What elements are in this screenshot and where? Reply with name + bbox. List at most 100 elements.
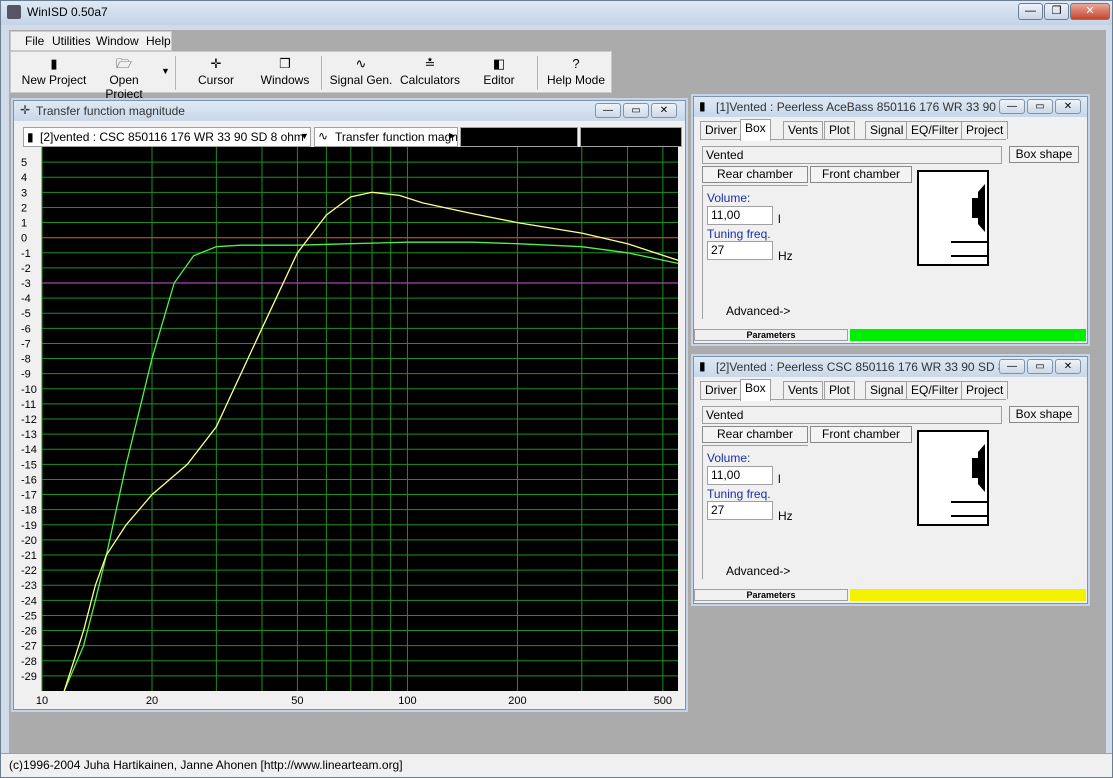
- tab-box[interactable]: Box: [740, 379, 771, 401]
- y-tick-label: -18: [21, 505, 37, 517]
- cursor-crosshair-icon: ✛: [210, 56, 222, 71]
- tab-driver[interactable]: Driver: [700, 381, 742, 399]
- panel-2-tabs: Driver Box Vents Plot Signal EQ/Filter P…: [700, 379, 1009, 401]
- toolbar: ▮ New Project 🗁 Open Project ▼ ✛ Cursor …: [10, 51, 612, 101]
- windows-button[interactable]: ❐ Windows: [257, 55, 313, 91]
- front-chamber-button[interactable]: Front chamber: [810, 426, 912, 443]
- panel-2-close-button[interactable]: ✕: [1055, 359, 1081, 374]
- rear-chamber-button[interactable]: Rear chamber: [702, 166, 808, 183]
- y-tick-label: -13: [21, 429, 37, 441]
- panel-1-minimize-button[interactable]: —: [999, 99, 1025, 114]
- graph-close-button[interactable]: ✕: [651, 103, 677, 118]
- tab-driver[interactable]: Driver: [700, 121, 742, 139]
- x-tick-label: 10: [36, 695, 48, 707]
- tab-plot[interactable]: Plot: [824, 381, 855, 399]
- panel-2-minimize-button[interactable]: —: [999, 359, 1025, 374]
- tab-signal[interactable]: Signal: [865, 121, 909, 139]
- editor-button[interactable]: ◧ Editor: [477, 55, 521, 91]
- y-tick-label: -15: [21, 459, 37, 471]
- calculators-button[interactable]: ≛ Calculators: [397, 55, 463, 91]
- menu-window[interactable]: Window: [96, 34, 139, 48]
- tab-signal[interactable]: Signal: [865, 381, 909, 399]
- y-tick-label: -12: [21, 414, 37, 426]
- front-chamber-button[interactable]: Front chamber: [810, 166, 912, 183]
- maximize-button[interactable]: ❐: [1044, 3, 1069, 20]
- cursor-button[interactable]: ✛ Cursor: [191, 55, 241, 91]
- x-tick-label: 100: [398, 695, 416, 707]
- box-shape-button[interactable]: Box shape: [1009, 406, 1079, 423]
- menu-bar: File Utilities Window Help: [10, 31, 172, 51]
- panel-1-title: [1]Vented : Peerless AceBass 850116 176 …: [716, 100, 1018, 114]
- toolbar-separator: [537, 56, 538, 90]
- help-icon: ?: [572, 56, 580, 71]
- close-button[interactable]: ✕: [1070, 3, 1110, 20]
- y-tick-label: -4: [21, 293, 31, 305]
- open-project-dropdown-icon[interactable]: ▼: [161, 66, 170, 76]
- box-shape-diagram: [917, 170, 989, 266]
- tab-project[interactable]: Project: [961, 121, 1009, 139]
- graph-minimize-button[interactable]: —: [595, 103, 621, 118]
- tab-eq-filter[interactable]: EQ/Filter: [906, 121, 964, 139]
- minimize-button[interactable]: —: [1018, 3, 1043, 20]
- y-tick-label: 4: [21, 172, 27, 184]
- speaker-icon: ▮: [699, 359, 706, 373]
- speaker-icon: ▮: [699, 99, 706, 113]
- panel-1-close-button[interactable]: ✕: [1055, 99, 1081, 114]
- advanced-link[interactable]: Advanced->: [726, 304, 790, 318]
- panel-2-maximize-button[interactable]: ▭: [1027, 359, 1053, 374]
- tab-box[interactable]: Box: [740, 119, 771, 141]
- y-tick-label: -28: [21, 656, 37, 668]
- tab-project[interactable]: Project: [961, 381, 1009, 399]
- new-project-button[interactable]: ▮ New Project: [21, 55, 87, 91]
- graph-window: ✛ Transfer function magnitude — ▭ ✕ ▮ [2…: [13, 100, 686, 710]
- project-select[interactable]: ▮ [2]vented : CSC 850116 176 WR 33 90 SD…: [23, 127, 311, 147]
- parameters-status-bar: [850, 589, 1086, 601]
- y-tick-label: 2: [21, 202, 27, 214]
- tuning-freq-label: Tuning freq.: [707, 487, 771, 501]
- signal-gen-button[interactable]: ∿ Signal Gen.: [329, 55, 393, 91]
- tab-plot[interactable]: Plot: [824, 121, 855, 139]
- windows-icon: ❐: [279, 56, 291, 71]
- rear-chamber-button[interactable]: Rear chamber: [702, 426, 808, 443]
- signal-gen-label: Signal Gen.: [329, 73, 393, 87]
- volume-label: Volume:: [707, 451, 751, 465]
- box-shape-button[interactable]: Box shape: [1009, 146, 1079, 163]
- panel-1-tabs: Driver Box Vents Plot Signal EQ/Filter P…: [700, 119, 1009, 141]
- open-folder-icon: 🗁: [115, 56, 133, 71]
- tab-vents[interactable]: Vents: [783, 381, 824, 399]
- y-tick-label: -8: [21, 354, 31, 366]
- windows-label: Windows: [260, 73, 310, 87]
- menu-file[interactable]: File: [25, 34, 44, 48]
- y-tick-label: -1: [21, 248, 31, 260]
- graph-maximize-button[interactable]: ▭: [623, 103, 649, 118]
- help-mode-button[interactable]: ? Help Mode: [545, 55, 607, 91]
- x-tick-label: 200: [508, 695, 526, 707]
- open-project-button[interactable]: 🗁 Open Project: [89, 55, 159, 101]
- y-tick-label: -6: [21, 323, 31, 335]
- y-tick-label: -9: [21, 369, 31, 381]
- tuning-freq-input[interactable]: 27: [707, 241, 773, 260]
- transfer-function-chart[interactable]: 543210-1-2-3-4-5-6-7-8-9-10-11-12-13-14-…: [18, 147, 682, 709]
- tab-eq-filter[interactable]: EQ/Filter: [906, 381, 964, 399]
- calculators-label: Calculators: [399, 73, 461, 87]
- y-tick-label: -10: [21, 384, 37, 396]
- volume-input[interactable]: 11,00: [707, 206, 773, 225]
- plot-type-select[interactable]: ∿ Transfer function magni ▶: [314, 127, 458, 147]
- new-project-icon: ▮: [50, 56, 58, 71]
- panel-1-maximize-button[interactable]: ▭: [1027, 99, 1053, 114]
- parameters-status-bar: [850, 329, 1086, 341]
- menu-help[interactable]: Help: [146, 34, 171, 48]
- tab-vents[interactable]: Vents: [783, 121, 824, 139]
- y-tick-label: -25: [21, 610, 37, 622]
- y-tick-label: 3: [21, 187, 27, 199]
- volume-input[interactable]: 11,00: [707, 466, 773, 485]
- project-panel-1: ▮ [1]Vented : Peerless AceBass 850116 17…: [693, 96, 1088, 344]
- y-tick-label: -16: [21, 474, 37, 486]
- tuning-freq-input[interactable]: 27: [707, 501, 773, 520]
- project-select-value: [2]vented : CSC 850116 176 WR 33 90 SD 8…: [40, 130, 304, 144]
- y-tick-label: -23: [21, 580, 37, 592]
- panel-2-title: [2]Vented : Peerless CSC 850116 176 WR 3…: [716, 360, 1018, 374]
- advanced-link[interactable]: Advanced->: [726, 564, 790, 578]
- y-tick-label: 0: [21, 233, 27, 245]
- menu-utilities[interactable]: Utilities: [52, 34, 91, 48]
